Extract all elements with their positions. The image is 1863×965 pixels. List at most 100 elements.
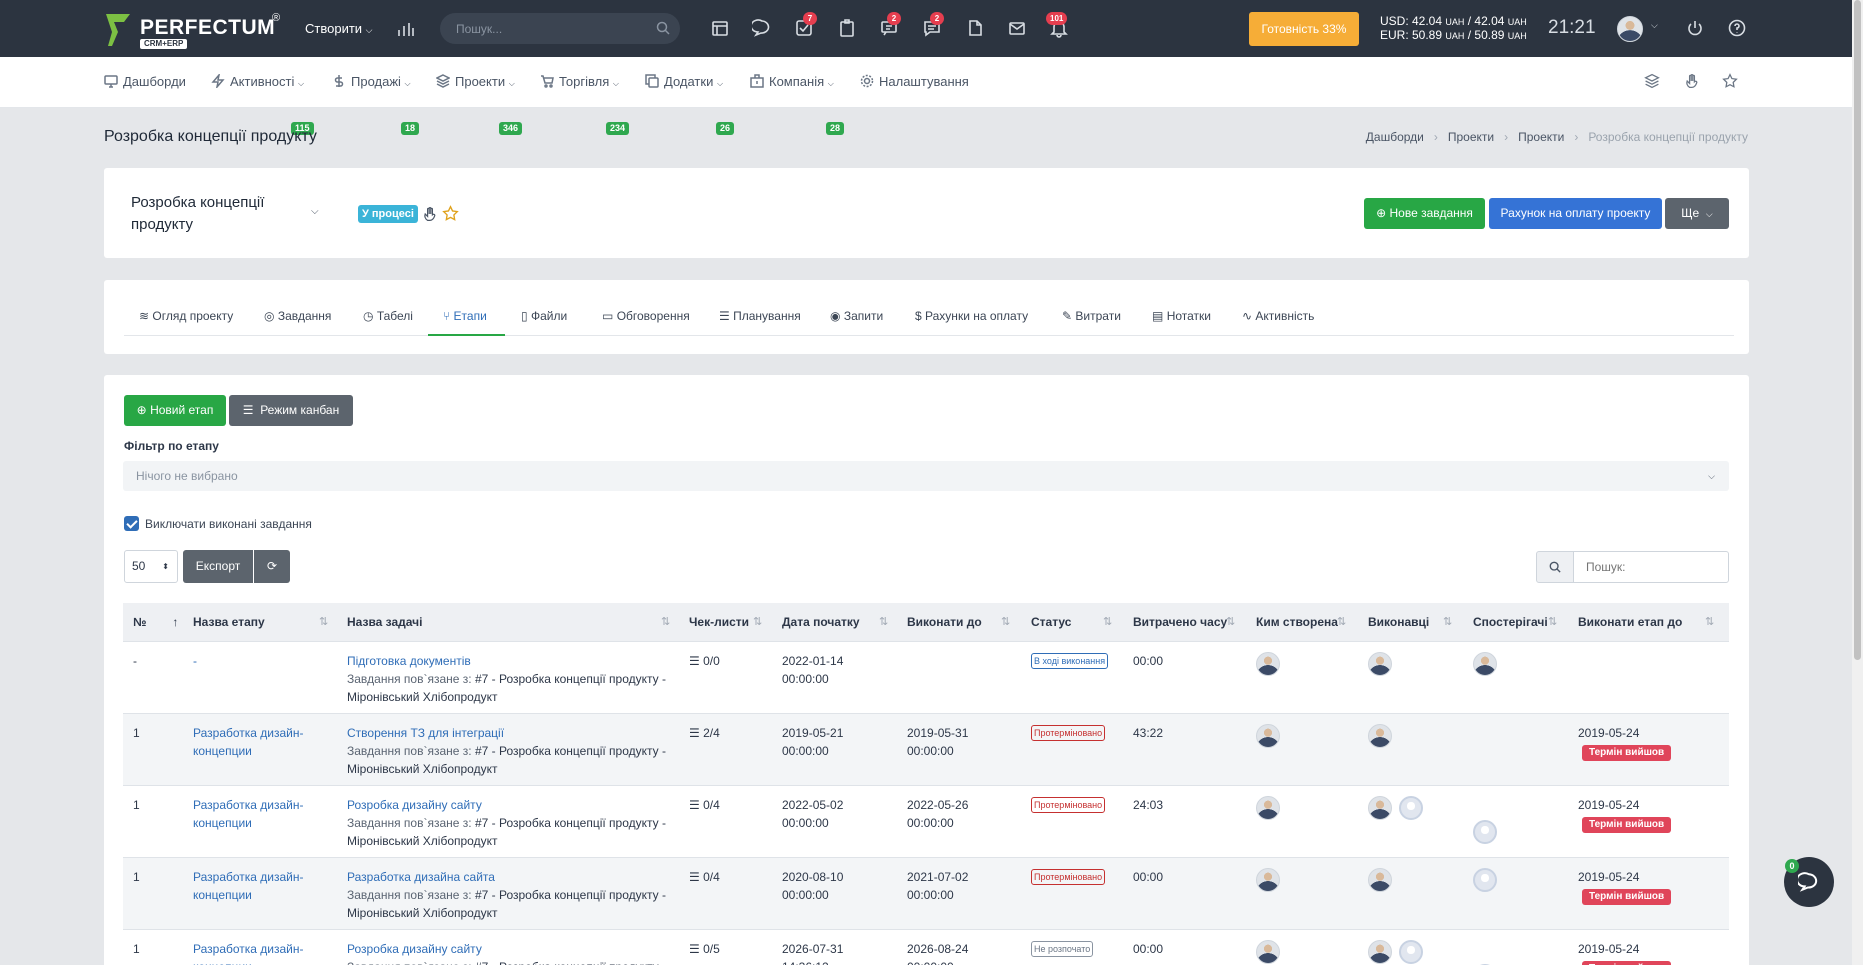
- related-project-link[interactable]: #7 - Розробка концепції продукту -: [475, 960, 666, 965]
- breadcrumb-item[interactable]: Дашборди: [1366, 130, 1424, 144]
- creator-avatar[interactable]: [1256, 868, 1280, 892]
- create-menu[interactable]: Створити ⌵: [305, 21, 373, 36]
- hand-icon[interactable]: [1684, 73, 1700, 89]
- stage-name-link[interactable]: -: [193, 652, 197, 670]
- document-icon[interactable]: [965, 18, 985, 38]
- help-icon[interactable]: [1727, 18, 1747, 38]
- tab-invoices[interactable]: $ Рахунки на оплату: [915, 309, 1028, 323]
- creator-avatar[interactable]: [1256, 940, 1280, 964]
- status-badge[interactable]: Протерміновано: [1031, 869, 1106, 885]
- page-size-select[interactable]: 50 ⬍: [124, 550, 178, 583]
- nav-dashboards[interactable]: Дашборди: [104, 74, 186, 89]
- task-name-link[interactable]: Створення ТЗ для інтеграції: [347, 724, 687, 742]
- breadcrumb-item[interactable]: Проекти: [1448, 130, 1494, 144]
- checklist-cell[interactable]: ☰ 0/4: [689, 868, 720, 886]
- tab-timesheets[interactable]: ◷ Табелі: [363, 309, 413, 323]
- status-badge[interactable]: Не розпочато: [1031, 941, 1094, 957]
- col-time-spent[interactable]: Витрачено часу: [1133, 603, 1227, 641]
- tab-planning[interactable]: ☰ Планування: [719, 309, 801, 323]
- assignee-avatar[interactable]: [1368, 868, 1392, 892]
- creator-avatar[interactable]: [1256, 796, 1280, 820]
- top-search-input[interactable]: [456, 13, 646, 44]
- project-invoice-button[interactable]: Рахунок на оплату проекту: [1489, 198, 1662, 229]
- task-name-link[interactable]: Розробка дизайну сайту: [347, 796, 687, 814]
- checklist-cell[interactable]: ☰ 0/5: [689, 940, 720, 958]
- related-project-link[interactable]: #7 - Розробка концепції продукту -: [475, 744, 666, 758]
- assignee-avatar[interactable]: [1368, 724, 1392, 748]
- user-avatar[interactable]: [1617, 16, 1643, 42]
- watcher-avatar[interactable]: [1473, 652, 1497, 676]
- tab-requests[interactable]: ◉ Запити: [830, 309, 883, 323]
- status-badge[interactable]: Протерміновано: [1031, 725, 1106, 741]
- creator-avatar[interactable]: [1256, 652, 1280, 676]
- assignee-avatar[interactable]: [1399, 796, 1423, 820]
- col-watchers[interactable]: Спостерігачі: [1473, 603, 1548, 641]
- kanban-mode-button[interactable]: ☰ Режим канбан: [229, 395, 353, 426]
- col-created-by[interactable]: Ким створена: [1256, 603, 1338, 641]
- task-name-link[interactable]: Разработка дизайна сайта: [347, 868, 687, 886]
- chevron-down-icon[interactable]: ⌵: [1651, 20, 1658, 31]
- hand-icon[interactable]: [422, 206, 438, 222]
- col-stage-due[interactable]: Виконати етап до: [1578, 603, 1682, 641]
- tab-stages[interactable]: ⑂ Етапи: [443, 309, 487, 323]
- tab-overview[interactable]: ≋ Огляд проекту: [139, 309, 233, 323]
- star-icon[interactable]: [1722, 73, 1738, 89]
- tab-discussions[interactable]: ▭ Обговорення: [602, 309, 690, 323]
- watcher-avatar[interactable]: [1473, 820, 1497, 844]
- nav-addons[interactable]: Додатки ⌵: [645, 74, 723, 89]
- readiness-button[interactable]: Готовність 33%: [1249, 12, 1359, 46]
- stage-name-link[interactable]: Разработка дизайн-концепции: [193, 796, 304, 832]
- refresh-icon[interactable]: ⟳: [254, 550, 290, 583]
- exclude-completed-checkbox[interactable]: [124, 516, 139, 531]
- chevron-down-icon[interactable]: ⌵: [311, 206, 319, 217]
- assignee-avatar[interactable]: [1368, 796, 1392, 820]
- col-status[interactable]: Статус: [1031, 603, 1071, 641]
- mail-icon[interactable]: [1007, 18, 1027, 38]
- status-badge[interactable]: В ході виконання: [1031, 653, 1109, 669]
- col-assignees[interactable]: Виконавці: [1368, 603, 1429, 641]
- col-due-date[interactable]: Виконати до: [907, 603, 982, 641]
- stage-name-link[interactable]: Разработка дизайн-концепции: [193, 940, 304, 965]
- layers-icon[interactable]: [1644, 73, 1660, 89]
- new-task-button[interactable]: ⊕ Нове завдання: [1364, 198, 1485, 229]
- status-badge[interactable]: Протерміновано: [1031, 797, 1106, 813]
- assignee-avatar[interactable]: [1368, 652, 1392, 676]
- new-stage-button[interactable]: ⊕ Новий етап: [124, 395, 226, 426]
- col-checklists[interactable]: Чек-листи: [689, 603, 749, 641]
- favorite-star-icon[interactable]: [442, 205, 459, 222]
- assignee-avatar[interactable]: [1368, 940, 1392, 964]
- nav-sales[interactable]: Продажі ⌵: [332, 74, 411, 89]
- tab-files[interactable]: ▯ Файли: [521, 309, 567, 323]
- page-scrollbar[interactable]: [1852, 0, 1863, 965]
- related-project-link[interactable]: #7 - Розробка концепції продукту -: [475, 672, 666, 686]
- stage-filter-select[interactable]: Нічого не вибрано ⌵: [123, 461, 1729, 491]
- col-task-name[interactable]: Назва задачі: [347, 603, 422, 641]
- col-start-date[interactable]: Дата початку: [782, 603, 860, 641]
- stage-name-link[interactable]: Разработка дизайн-концепции: [193, 868, 304, 904]
- power-icon[interactable]: [1685, 18, 1705, 38]
- nav-company[interactable]: Компанія ⌵: [750, 74, 834, 89]
- project-selector[interactable]: Розробка концепції продукту: [131, 192, 264, 236]
- col-stage-name[interactable]: Назва етапу: [193, 603, 265, 641]
- clipboard-icon[interactable]: [837, 18, 857, 38]
- logo[interactable]: PERFECTUM ® CRM+ERP: [104, 12, 284, 49]
- search-icon[interactable]: [656, 21, 670, 35]
- export-button[interactable]: Експорт: [183, 550, 253, 583]
- breadcrumb-item[interactable]: Проекти: [1518, 130, 1564, 144]
- tab-tasks[interactable]: ◎ Завдання: [264, 309, 331, 323]
- nav-activities[interactable]: Активності ⌵: [211, 72, 304, 90]
- checklist-cell[interactable]: ☰ 2/4: [689, 724, 720, 742]
- bar-chart-icon[interactable]: [396, 19, 416, 39]
- stage-name-link[interactable]: Разработка дизайн-концепции: [193, 724, 304, 760]
- assignee-avatar[interactable]: [1399, 940, 1423, 964]
- nav-trade[interactable]: Торгівля ⌵: [540, 74, 619, 89]
- tab-notes[interactable]: ▤ Нотатки: [1152, 309, 1211, 323]
- more-button[interactable]: Ще ⌵: [1665, 198, 1729, 229]
- nav-projects[interactable]: Проекти ⌵: [435, 74, 515, 89]
- task-name-link[interactable]: Підготовка документів: [347, 652, 687, 670]
- tab-activity[interactable]: ∿ Активність: [1242, 309, 1314, 323]
- col-number[interactable]: № ↑: [133, 603, 178, 641]
- task-name-link[interactable]: Розробка дизайну сайту: [347, 940, 687, 958]
- checklist-cell[interactable]: ☰ 0/0: [689, 652, 720, 670]
- watcher-avatar[interactable]: [1473, 868, 1497, 892]
